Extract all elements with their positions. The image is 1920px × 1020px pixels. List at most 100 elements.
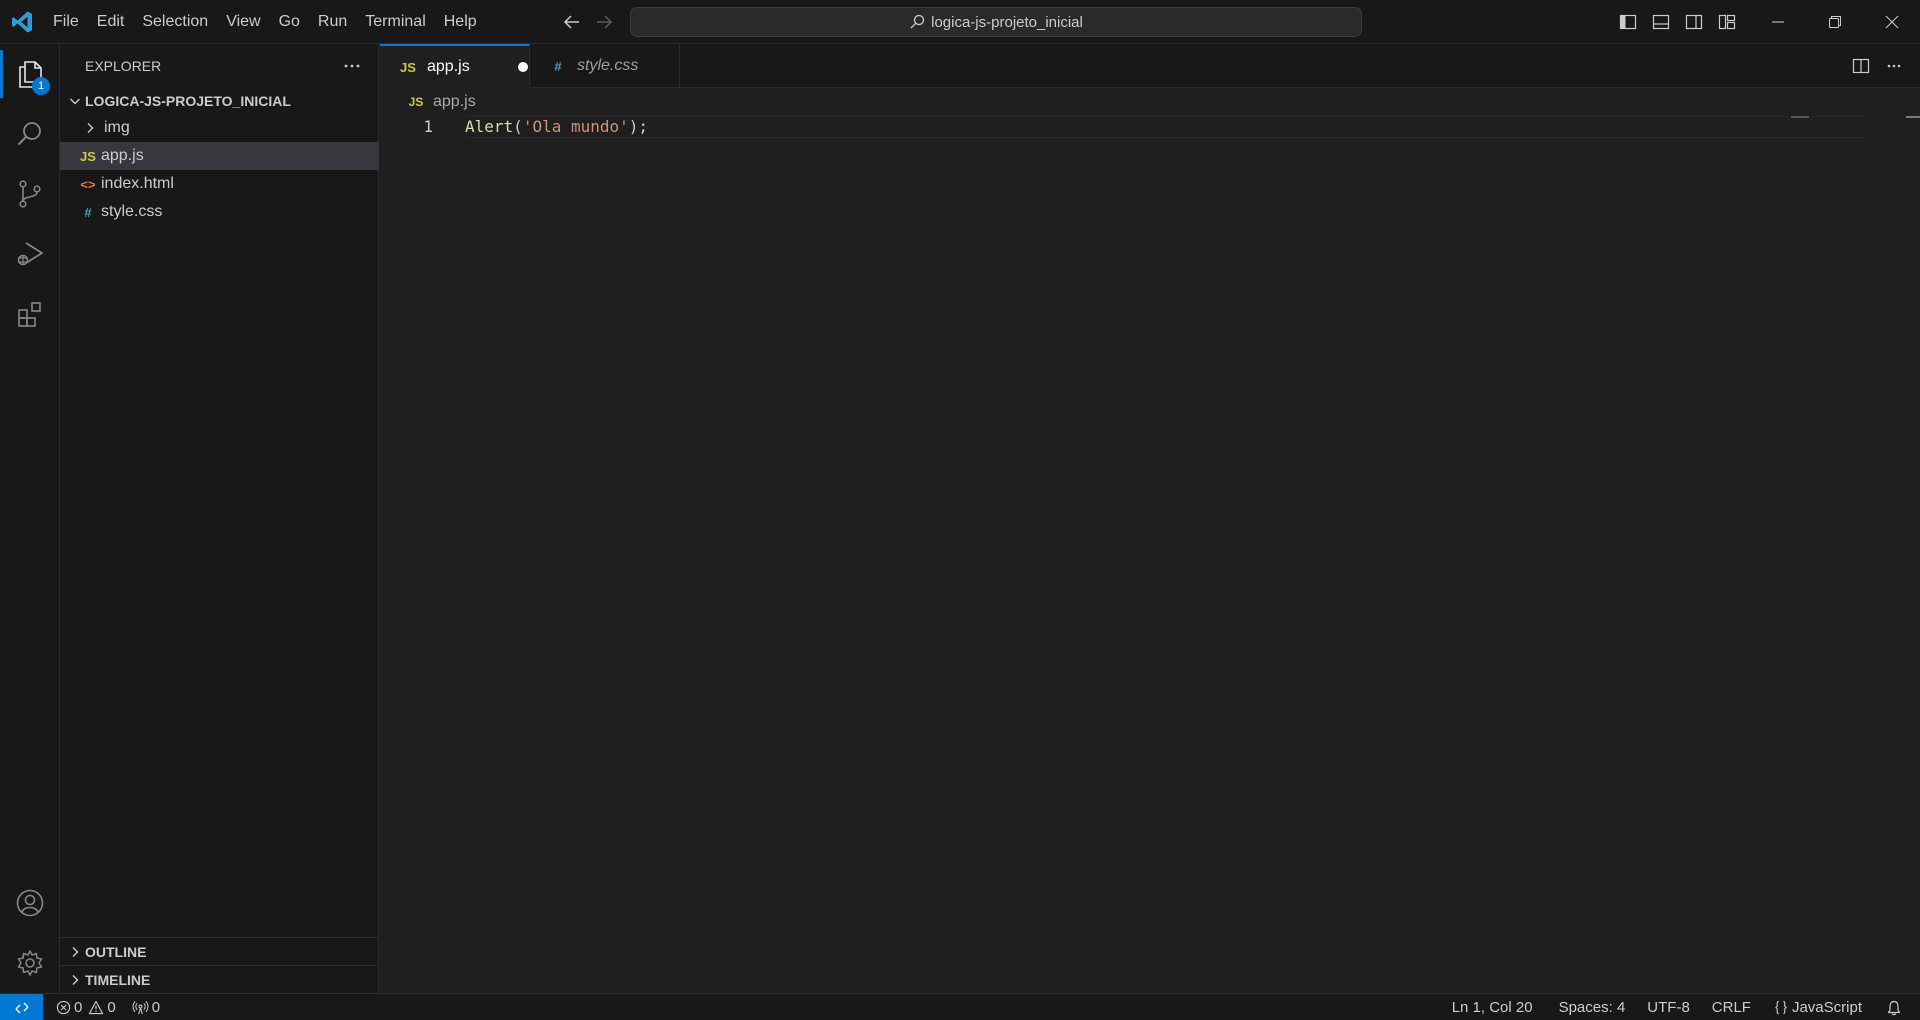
cursor-position[interactable]: Ln 1, Col 20 <box>1443 994 1542 1020</box>
toggle-panel-button[interactable] <box>1644 0 1677 44</box>
ports-indicator[interactable]: 0 <box>120 994 172 1020</box>
forward-arrow-icon[interactable] <box>592 10 616 34</box>
split-editor-button[interactable] <box>1844 44 1877 88</box>
toggle-sidebar-icon <box>1619 14 1636 30</box>
toggle-secondary-sidebar-button[interactable] <box>1677 0 1710 44</box>
line-number: 1 <box>423 117 433 136</box>
breadcrumb: JS app.js <box>380 88 1920 116</box>
menu-terminal[interactable]: Terminal <box>356 7 434 37</box>
title-bar: File Edit Selection View Go Run Terminal… <box>0 0 1920 44</box>
chevron-right-icon <box>72 946 79 957</box>
html-file-icon: <> <box>80 176 96 192</box>
activity-manage[interactable] <box>0 933 60 993</box>
minimap[interactable] <box>1791 116 1809 118</box>
tab-label: style.css <box>577 57 639 74</box>
code-line[interactable]: Alert('Ola mundo'); <box>465 116 648 138</box>
title-actions <box>1611 0 1920 44</box>
toggle-sidebar-button[interactable] <box>1611 0 1644 44</box>
timeline-section[interactable]: TIMELINE <box>60 965 379 993</box>
menu-run[interactable]: Run <box>309 7 356 37</box>
tab-app-js[interactable]: JS app.js <box>380 44 530 88</box>
activity-run-debug[interactable] <box>0 224 60 284</box>
unsaved-dot-icon[interactable] <box>517 62 528 72</box>
vscode-logo-icon <box>12 11 32 33</box>
token-string: 'Ola mundo' <box>522 117 629 136</box>
end-of-line[interactable]: CRLF <box>1703 994 1760 1020</box>
token-open-paren: ( <box>513 117 523 136</box>
menu-file[interactable]: File <box>44 7 88 37</box>
activity-explorer[interactable]: 1 <box>0 44 60 104</box>
activity-extensions[interactable] <box>0 284 60 344</box>
outline-section[interactable]: OUTLINE <box>60 937 379 965</box>
editor-more-button[interactable] <box>1877 44 1910 88</box>
chevron-right-icon <box>87 123 94 133</box>
js-file-icon: JS <box>408 95 424 109</box>
menu-bar: File Edit Selection View Go Run Terminal… <box>44 0 486 44</box>
activity-search[interactable] <box>0 104 60 164</box>
toggle-panel-icon <box>1652 14 1669 30</box>
js-file-icon: JS <box>400 59 416 75</box>
status-bar: 0 0 0 Ln 1, Col 20 Spaces: 4 UTF-8 CRLF … <box>0 993 1920 1020</box>
menu-view[interactable]: View <box>217 7 269 37</box>
tree-item-style-css[interactable]: # style.css <box>60 198 379 226</box>
more-actions-icon[interactable] <box>340 54 364 78</box>
close-window-button[interactable] <box>1863 0 1920 44</box>
css-file-icon: # <box>554 58 562 74</box>
activity-accounts[interactable] <box>0 873 60 933</box>
vertical-scrollbar[interactable] <box>1906 116 1920 118</box>
ports-count: 0 <box>151 999 161 1016</box>
minimize-icon <box>1771 21 1784 23</box>
error-count: 0 <box>74 999 83 1016</box>
breadcrumb-file[interactable]: app.js <box>433 93 476 111</box>
encoding[interactable]: UTF-8 <box>1638 994 1699 1020</box>
warning-count: 0 <box>107 999 116 1016</box>
workspace-folder-label: LOGICA-JS-PROJETO_INICIAL <box>85 93 291 109</box>
back-arrow-icon[interactable] <box>560 10 584 34</box>
more-actions-icon <box>1887 64 1900 68</box>
close-icon <box>1885 15 1898 29</box>
notifications-button[interactable] <box>1877 994 1914 1020</box>
customize-layout-button[interactable] <box>1710 0 1743 44</box>
bell-icon <box>1887 1000 1901 1015</box>
tree-item-app-js[interactable]: JS app.js <box>60 142 379 170</box>
tree-item-label: index.html <box>101 175 174 192</box>
tree-item-label: style.css <box>101 203 163 220</box>
workspace-folder[interactable]: LOGICA-JS-PROJETO_INICIAL <box>60 88 379 114</box>
command-center-search[interactable]: logica-js-projeto_inicial <box>630 7 1362 37</box>
code-editor[interactable]: 1 Alert('Ola mundo'); <box>380 116 1920 993</box>
indentation[interactable]: Spaces: 4 <box>1550 994 1635 1020</box>
language-label: JavaScript <box>1791 999 1862 1016</box>
tab-style-css[interactable]: # style.css <box>530 44 680 88</box>
account-icon <box>16 889 44 917</box>
error-icon <box>56 1000 71 1015</box>
activity-source-control[interactable] <box>0 164 60 224</box>
run-debug-icon <box>17 242 43 266</box>
outline-label: OUTLINE <box>85 943 147 960</box>
braces-icon <box>1775 1000 1787 1015</box>
chevron-down-icon <box>70 98 80 105</box>
warning-icon <box>89 1000 104 1015</box>
remote-button[interactable] <box>0 994 43 1020</box>
menu-help[interactable]: Help <box>435 7 486 37</box>
language-mode[interactable]: JavaScript <box>1764 994 1871 1020</box>
token-function: Alert <box>465 117 514 136</box>
token-close: ); <box>628 117 649 136</box>
customize-layout-icon <box>1718 14 1735 30</box>
menu-go[interactable]: Go <box>270 7 309 37</box>
js-file-icon: JS <box>80 148 96 164</box>
menu-selection[interactable]: Selection <box>133 7 217 37</box>
restore-icon <box>1828 16 1841 28</box>
tree-item-img[interactable]: img <box>60 114 379 142</box>
tree-item-index-html[interactable]: <> index.html <box>60 170 379 198</box>
minimize-button[interactable] <box>1749 0 1806 44</box>
command-center-label: logica-js-projeto_inicial <box>931 13 1083 31</box>
current-line-highlight <box>465 116 1865 138</box>
tree-item-label: img <box>104 119 130 136</box>
menu-edit[interactable]: Edit <box>88 7 134 37</box>
restore-button[interactable] <box>1806 0 1863 44</box>
split-editor-icon <box>1852 58 1869 74</box>
tab-label: app.js <box>427 58 470 75</box>
problems-indicator[interactable]: 0 0 <box>52 994 120 1020</box>
status-left: 0 0 0 <box>52 994 172 1020</box>
gear-icon <box>17 950 43 976</box>
